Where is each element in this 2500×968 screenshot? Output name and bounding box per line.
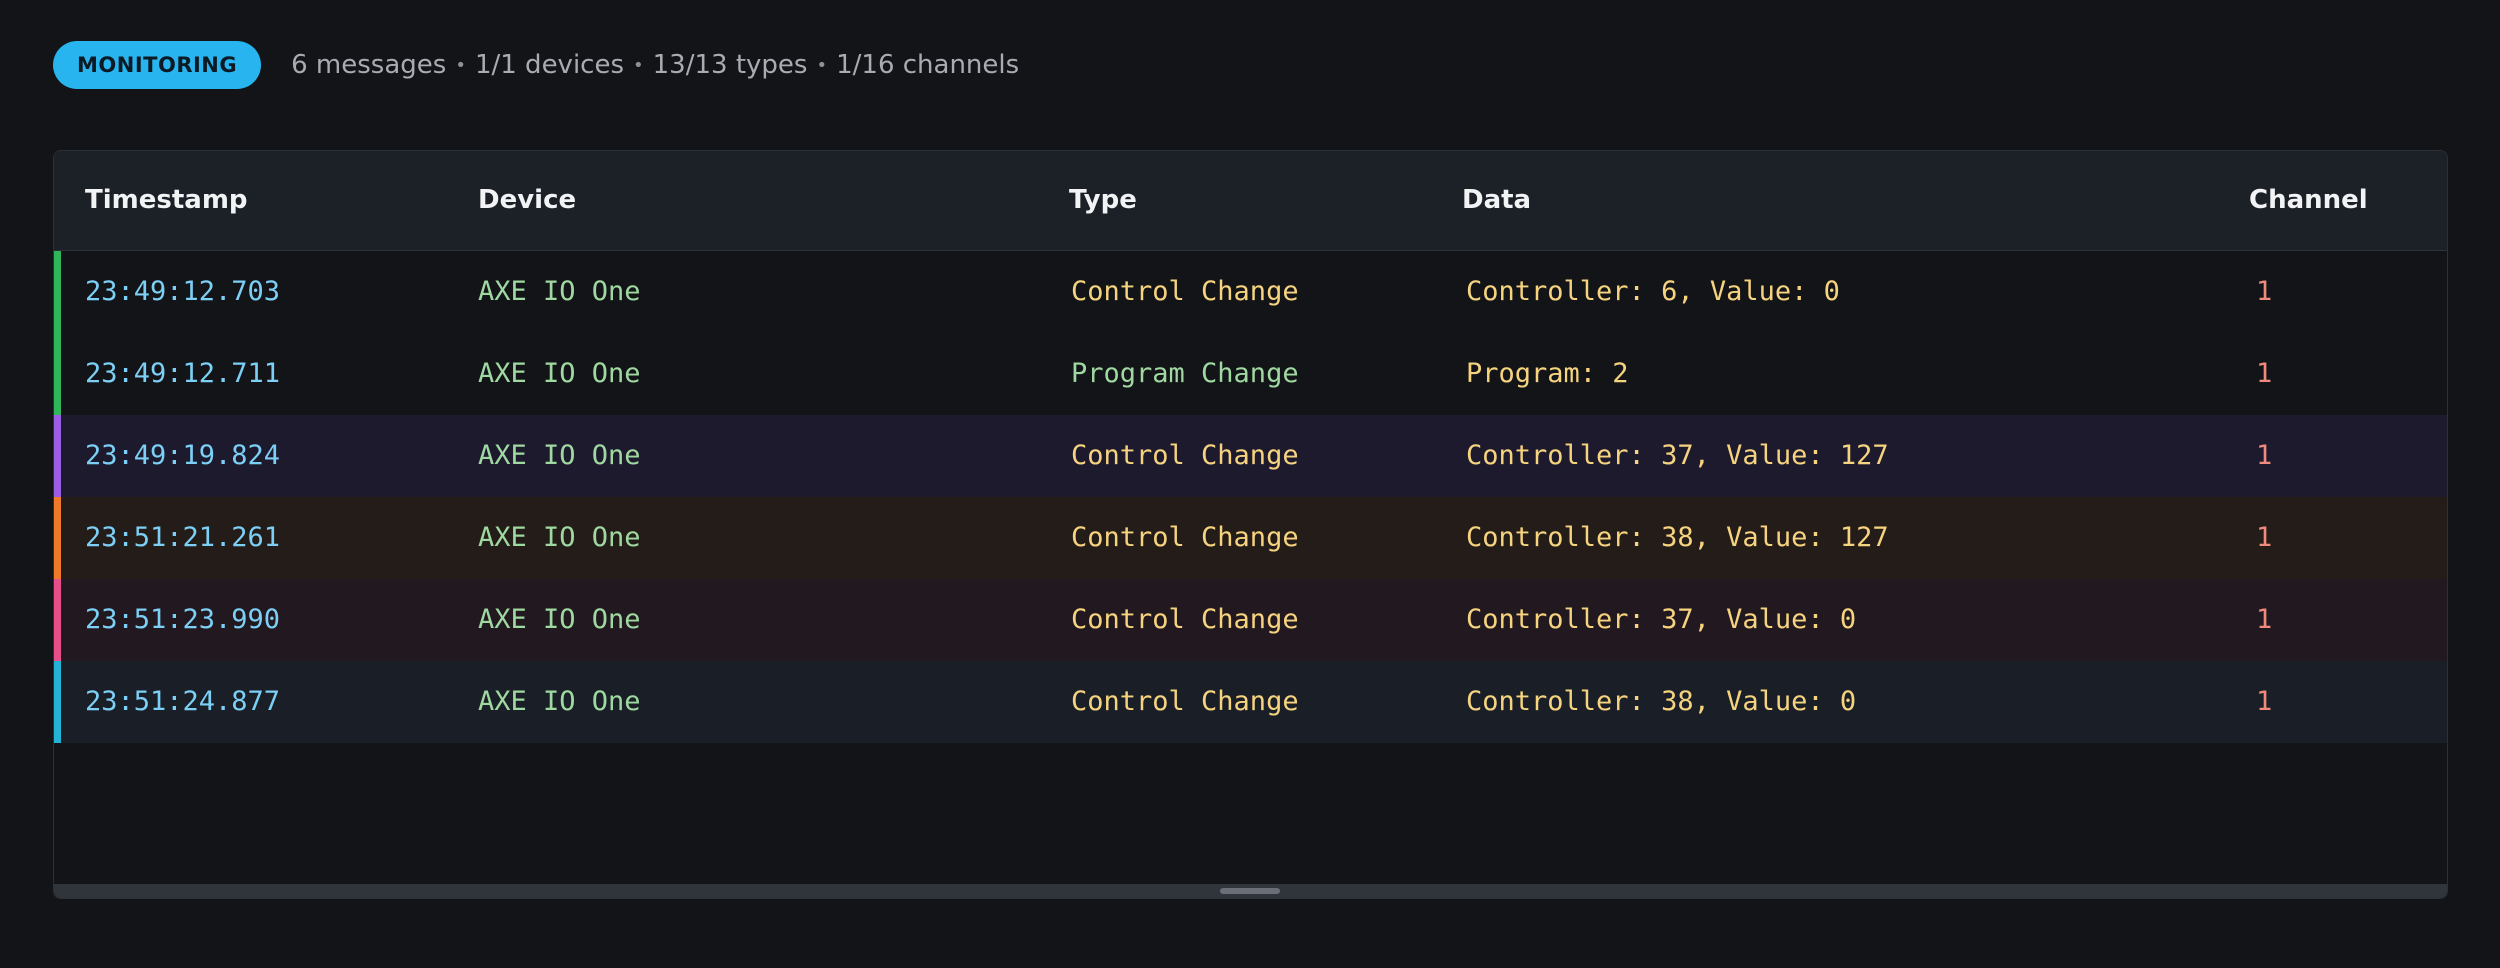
column-header-type[interactable]: Type (1069, 151, 1137, 250)
channels-count: 1/16 channels (836, 50, 1020, 80)
type-cell: Control Change (1071, 440, 1299, 471)
timestamp-cell: 23:49:12.703 (85, 276, 281, 307)
data-cell: Controller: 38, Value: 0 (1466, 686, 1857, 717)
row-accent-stripe (54, 661, 61, 743)
table-row[interactable]: 23:49:19.824 AXE IO One Control Change C… (54, 415, 2447, 497)
timestamp-cell: 23:51:21.261 (85, 522, 281, 553)
table-row[interactable]: 23:51:24.877 AXE IO One Control Change C… (54, 661, 2447, 743)
horizontal-scrollbar[interactable] (54, 884, 2447, 898)
row-accent-stripe (54, 497, 61, 579)
type-cell: Control Change (1071, 604, 1299, 635)
type-cell: Control Change (1071, 522, 1299, 553)
data-cell: Controller: 38, Value: 127 (1466, 522, 1889, 553)
data-cell: Program: 2 (1466, 358, 1629, 389)
device-cell: AXE IO One (478, 522, 641, 553)
timestamp-cell: 23:51:23.990 (85, 604, 281, 635)
type-cell: Control Change (1071, 276, 1299, 307)
column-header-data[interactable]: Data (1462, 151, 1531, 250)
monitoring-badge[interactable]: MONITORING (53, 41, 262, 89)
separator-dot: • (455, 54, 466, 76)
channel-cell: 1 (2256, 440, 2273, 471)
row-accent-stripe (54, 333, 61, 415)
scrollbar-thumb[interactable] (1220, 888, 1280, 894)
stats-summary: 6 messages • 1/1 devices • 13/13 types •… (291, 50, 1019, 80)
channel-cell: 1 (2256, 522, 2273, 553)
type-cell: Control Change (1071, 686, 1299, 717)
channel-cell: 1 (2256, 358, 2273, 389)
column-header-timestamp[interactable]: Timestamp (85, 151, 248, 250)
data-cell: Controller: 37, Value: 127 (1466, 440, 1889, 471)
row-accent-stripe (54, 251, 61, 333)
message-table: Timestamp Device Type Data Channel 23:49… (53, 150, 2448, 899)
timestamp-cell: 23:51:24.877 (85, 686, 281, 717)
table-row[interactable]: 23:49:12.711 AXE IO One Program Change P… (54, 333, 2447, 415)
messages-count: 6 messages (291, 50, 447, 80)
channel-cell: 1 (2256, 604, 2273, 635)
type-cell: Program Change (1071, 358, 1299, 389)
status-bar: MONITORING 6 messages • 1/1 devices • 13… (53, 41, 1019, 89)
timestamp-cell: 23:49:12.711 (85, 358, 281, 389)
separator-dot: • (633, 54, 644, 76)
device-cell: AXE IO One (478, 604, 641, 635)
channel-cell: 1 (2256, 686, 2273, 717)
devices-count: 1/1 devices (474, 50, 625, 80)
data-cell: Controller: 6, Value: 0 (1466, 276, 1840, 307)
row-accent-stripe (54, 415, 61, 497)
column-header-channel[interactable]: Channel (2249, 151, 2368, 250)
data-cell: Controller: 37, Value: 0 (1466, 604, 1857, 635)
channel-cell: 1 (2256, 276, 2273, 307)
device-cell: AXE IO One (478, 686, 641, 717)
table-row[interactable]: 23:51:23.990 AXE IO One Control Change C… (54, 579, 2447, 661)
separator-dot: • (816, 54, 828, 76)
table-header: Timestamp Device Type Data Channel (54, 151, 2447, 251)
column-header-device[interactable]: Device (478, 151, 576, 250)
timestamp-cell: 23:49:19.824 (85, 440, 281, 471)
table-row[interactable]: 23:49:12.703 AXE IO One Control Change C… (54, 251, 2447, 333)
device-cell: AXE IO One (478, 276, 641, 307)
table-row[interactable]: 23:51:21.261 AXE IO One Control Change C… (54, 497, 2447, 579)
row-accent-stripe (54, 579, 61, 661)
types-count: 13/13 types (652, 50, 808, 80)
device-cell: AXE IO One (478, 358, 641, 389)
device-cell: AXE IO One (478, 440, 641, 471)
